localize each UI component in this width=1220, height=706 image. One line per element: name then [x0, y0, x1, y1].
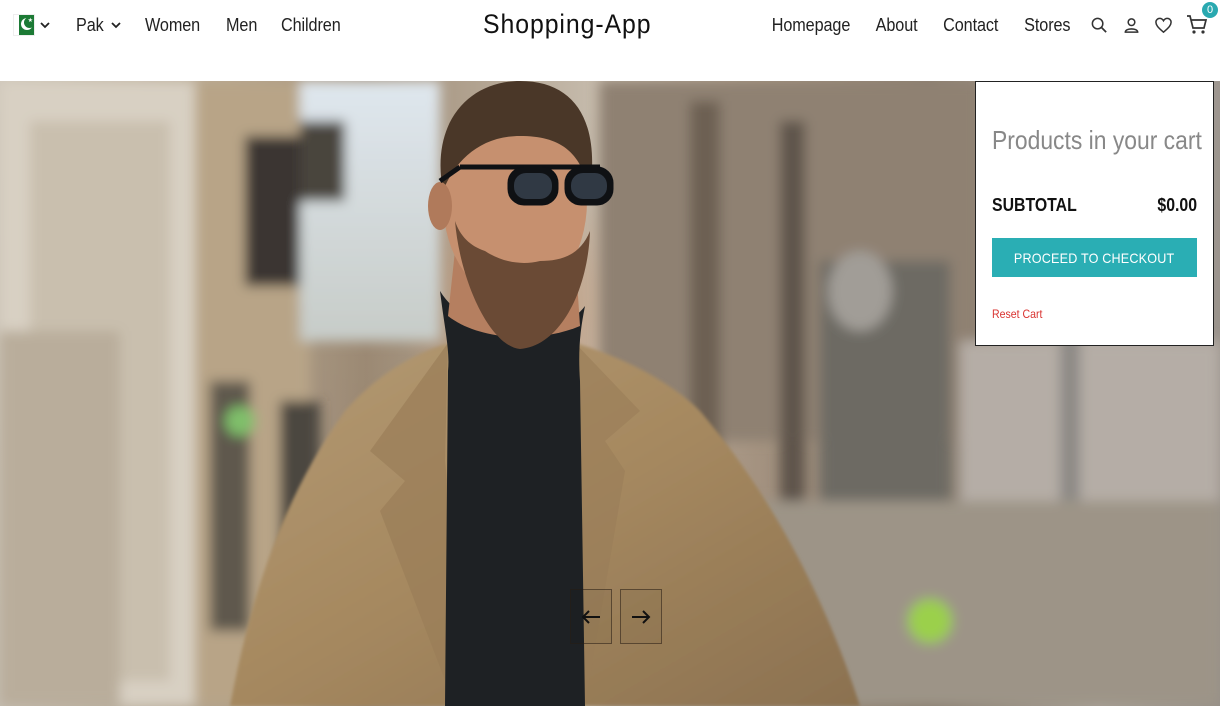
chevron-down-icon	[111, 22, 121, 29]
brand-logo[interactable]: Shopping-App	[483, 9, 651, 40]
header-icons: 0	[1090, 2, 1218, 36]
nav-link-homepage[interactable]: Homepage	[772, 15, 851, 36]
checkout-button[interactable]: PROCEED TO CHECKOUT	[992, 238, 1197, 277]
cart-dropdown: Products in your cart SUBTOTAL $0.00 PRO…	[975, 81, 1214, 346]
cart-count-badge: 0	[1202, 2, 1218, 18]
chevron-down-icon	[40, 22, 50, 29]
country-selector[interactable]: ★	[14, 15, 50, 35]
arrow-left-icon	[581, 609, 600, 624]
language-label: Pak	[76, 14, 104, 35]
language-selector[interactable]: Pak	[76, 15, 121, 36]
top-navbar: ★ Pak Women Men Children Shopping-App Ho…	[0, 0, 1220, 50]
subtotal-value: $0.00	[1157, 195, 1197, 215]
cart-title: Products in your cart	[992, 125, 1202, 155]
nav-link-about[interactable]: About	[875, 15, 917, 36]
subtotal-label: SUBTOTAL	[992, 195, 1077, 215]
pakistan-flag-icon: ★	[14, 15, 34, 35]
cart-icon	[1187, 15, 1208, 34]
nav-link-women[interactable]: Women	[145, 15, 200, 36]
slider-prev-button[interactable]	[570, 589, 612, 644]
nav-right-group: Homepage About Contact Stores 0	[743, 2, 1218, 36]
nav-link-children[interactable]: Children	[281, 15, 341, 36]
user-icon[interactable]	[1122, 16, 1141, 35]
nav-link-men[interactable]: Men	[226, 15, 257, 36]
slider-next-button[interactable]	[620, 589, 662, 644]
nav-left-group: ★ Pak Women Men Children	[14, 15, 367, 36]
heart-icon[interactable]	[1154, 16, 1173, 35]
cart-button[interactable]: 0	[1186, 2, 1218, 36]
checkout-label: PROCEED TO CHECKOUT	[1014, 249, 1175, 266]
nav-link-contact[interactable]: Contact	[943, 15, 998, 36]
subtotal-row: SUBTOTAL $0.00	[992, 195, 1197, 216]
search-icon[interactable]	[1090, 16, 1109, 35]
nav-link-stores[interactable]: Stores	[1024, 15, 1070, 36]
reset-cart-link[interactable]: Reset Cart	[992, 307, 1042, 321]
arrow-right-icon	[632, 609, 651, 624]
